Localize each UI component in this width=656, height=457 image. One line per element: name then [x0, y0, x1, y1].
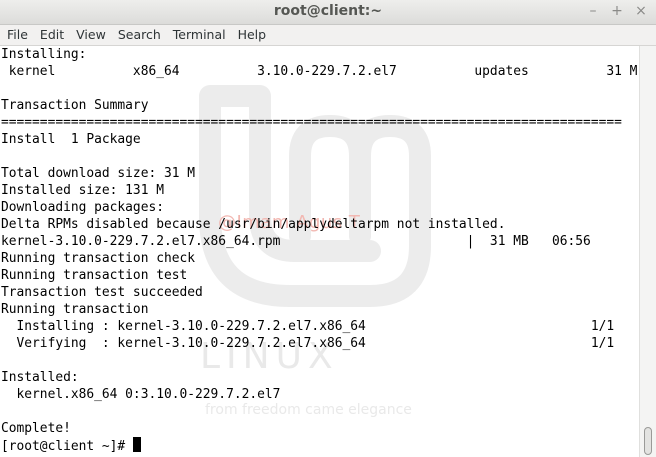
shell-prompt: [root@client ~]# — [1, 439, 133, 454]
menu-help[interactable]: Help — [233, 25, 272, 45]
terminal-line: kernel.x86_64 0:3.10.0-229.7.2.el7 — [1, 387, 281, 402]
terminal-line: Installed: — [1, 370, 79, 385]
terminal-line: Total download size: 31 M — [1, 166, 196, 181]
close-button[interactable]: × — [634, 2, 648, 20]
terminal-line: Installing : kernel-3.10.0-229.7.2.el7.x… — [1, 319, 615, 334]
menu-edit[interactable]: Edit — [35, 25, 69, 45]
terminal-line: Running transaction — [1, 302, 149, 317]
menu-bar: File Edit View Search Terminal Help — [0, 25, 656, 46]
minimize-button[interactable]: – — [586, 2, 600, 20]
terminal-line: kernel-3.10.0-229.7.2.el7.x86_64.rpm | 3… — [1, 234, 591, 249]
terminal-line: Verifying : kernel-3.10.0-229.7.2.el7.x8… — [1, 336, 615, 351]
terminal-line: Running transaction test — [1, 268, 188, 283]
terminal-line: Install 1 Package — [1, 132, 141, 147]
terminal-line: Running transaction check — [1, 251, 196, 266]
terminal-line: Delta RPMs disabled because /usr/bin/app… — [1, 217, 506, 232]
title-bar[interactable]: root@client:~ – + × — [0, 0, 656, 25]
menu-search[interactable]: Search — [113, 25, 166, 45]
maximize-button[interactable]: + — [610, 2, 624, 20]
menu-view[interactable]: View — [71, 25, 111, 45]
terminal-line: Installing: — [1, 47, 87, 62]
terminal-window: root@client:~ – + × File Edit View Searc… — [0, 0, 656, 457]
terminal-line: Installed size: 131 M — [1, 183, 164, 198]
vertical-scrollbar[interactable] — [639, 46, 656, 457]
terminal-line: Complete! — [1, 421, 71, 436]
terminal-line: Transaction test succeeded — [1, 285, 203, 300]
text-cursor — [132, 437, 141, 452]
terminal-line: Downloading packages: — [1, 200, 164, 215]
terminal-line: kernel x86_64 3.10.0-229.7.2.el7 updates… — [1, 64, 638, 79]
menu-file[interactable]: File — [2, 25, 33, 45]
terminal-output-area[interactable]: LINUX from freedom came elegance @Imam A… — [0, 46, 640, 457]
window-title: root@client:~ — [273, 3, 383, 19]
terminal-text: Installing: kernel x86_64 3.10.0-229.7.2… — [1, 46, 637, 454]
prompt-line[interactable]: [root@client ~]# — [1, 437, 637, 454]
menu-terminal[interactable]: Terminal — [168, 25, 231, 45]
window-controls: – + × — [586, 2, 648, 20]
terminal-line: ========================================… — [1, 115, 622, 130]
terminal-line: Transaction Summary — [1, 98, 149, 113]
scrollbar-thumb[interactable] — [644, 427, 652, 455]
